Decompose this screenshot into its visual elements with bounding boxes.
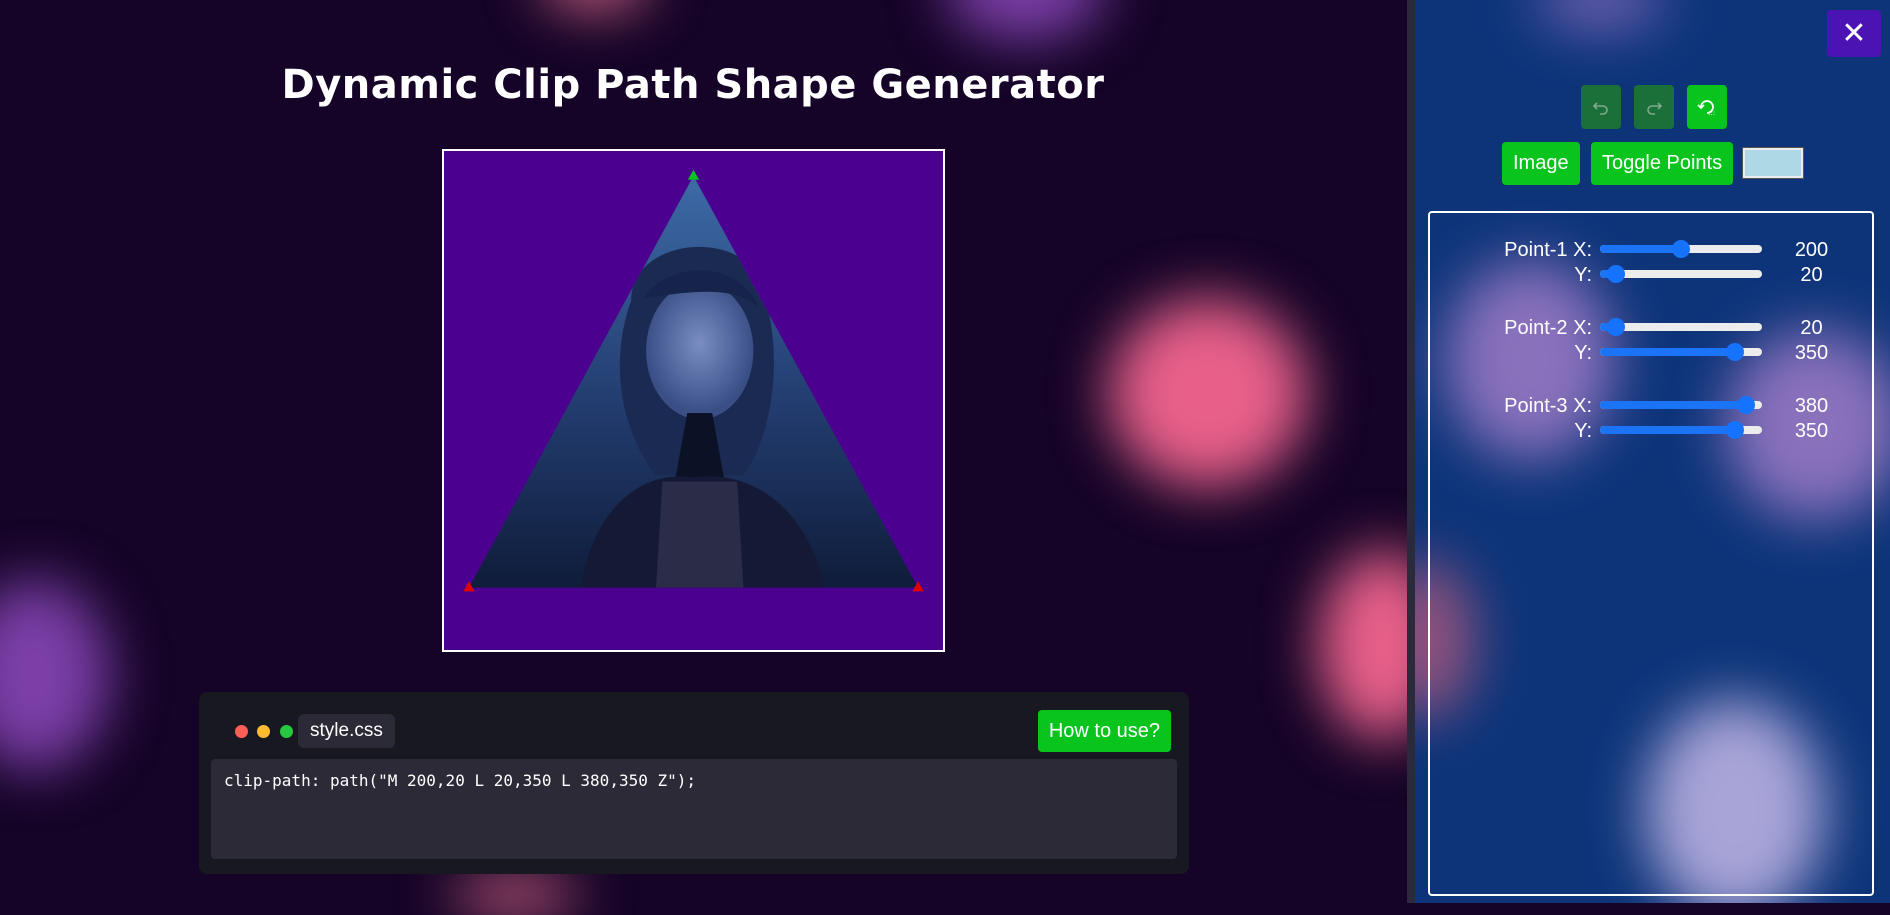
close-button[interactable]: ✕	[1827, 10, 1881, 57]
point-2-y-label: Y:	[1574, 342, 1592, 364]
bokeh-blob	[945, 0, 1105, 40]
slider-fill	[1600, 401, 1746, 409]
slider-fill	[1600, 348, 1735, 356]
how-to-use-button[interactable]: How to use?	[1037, 710, 1171, 752]
bokeh-blob	[1535, 0, 1665, 30]
slider-fill	[1600, 245, 1681, 253]
page-title: Dynamic Clip Path Shape Generator	[281, 62, 1105, 108]
point-controls: Point-1 X: 200 Y: 20 Point-2 X: 20 Y: 35…	[1428, 211, 1874, 896]
reset-button[interactable]: :::	[1687, 85, 1727, 129]
slider-thumb[interactable]	[1726, 421, 1744, 439]
point-3-y-value: 350	[1794, 420, 1829, 442]
reset-icon: :::	[1697, 100, 1715, 117]
point-3-x-label: Point-3 X:	[1504, 395, 1592, 417]
code-output[interactable]: clip-path: path("M 200,20 L 20,350 L 380…	[211, 759, 1177, 859]
point-3-y-slider[interactable]	[1600, 421, 1762, 439]
color-picker[interactable]	[1742, 147, 1804, 179]
point-1-y-value: 20	[1800, 264, 1823, 286]
clip-shape-svg	[463, 169, 924, 592]
point-2-x-slider[interactable]	[1600, 318, 1762, 336]
bokeh-blob	[450, 875, 580, 915]
point-1-x-label: Point-1 X:	[1504, 239, 1592, 261]
bokeh-blob	[0, 580, 110, 770]
slider-fill	[1600, 426, 1735, 434]
point-1-x-value: 200	[1794, 239, 1829, 261]
point-2-y-value: 350	[1794, 342, 1829, 364]
point-handle-1[interactable]	[687, 169, 700, 180]
point-3-x-value: 380	[1794, 395, 1829, 417]
bokeh-blob	[540, 0, 650, 10]
undo-button[interactable]	[1581, 85, 1621, 129]
slider-thumb[interactable]	[1607, 265, 1626, 283]
point-1-y-slider[interactable]	[1600, 265, 1762, 283]
redo-icon	[1647, 102, 1663, 115]
window-minimize-dot	[257, 725, 270, 738]
redo-button[interactable]	[1634, 85, 1674, 129]
toggle-points-button[interactable]: Toggle Points	[1591, 142, 1734, 185]
point-3-x-slider[interactable]	[1600, 396, 1762, 414]
svg-text::::: :::	[1708, 109, 1715, 117]
image-button[interactable]: Image	[1502, 142, 1580, 185]
slider-thumb[interactable]	[1672, 240, 1690, 258]
slider-thumb[interactable]	[1726, 343, 1744, 361]
window-maximize-dot	[280, 725, 293, 738]
point-2-x-value: 20	[1800, 317, 1823, 339]
code-panel: style.css How to use? clip-path: path("M…	[199, 692, 1189, 874]
undo-icon	[1592, 102, 1608, 115]
point-2-x-label: Point-2 X:	[1504, 317, 1592, 339]
file-tab: style.css	[298, 714, 395, 748]
point-2-y-slider[interactable]	[1600, 343, 1762, 361]
slider-thumb[interactable]	[1736, 396, 1755, 414]
bokeh-blob	[1108, 298, 1308, 488]
clip-path-canvas[interactable]	[442, 149, 945, 652]
slider-thumb[interactable]	[1607, 318, 1626, 336]
point-3-y-label: Y:	[1574, 420, 1592, 442]
point-1-x-slider[interactable]	[1600, 240, 1762, 258]
window-close-dot	[235, 725, 248, 738]
point-1-y-label: Y:	[1574, 264, 1592, 286]
